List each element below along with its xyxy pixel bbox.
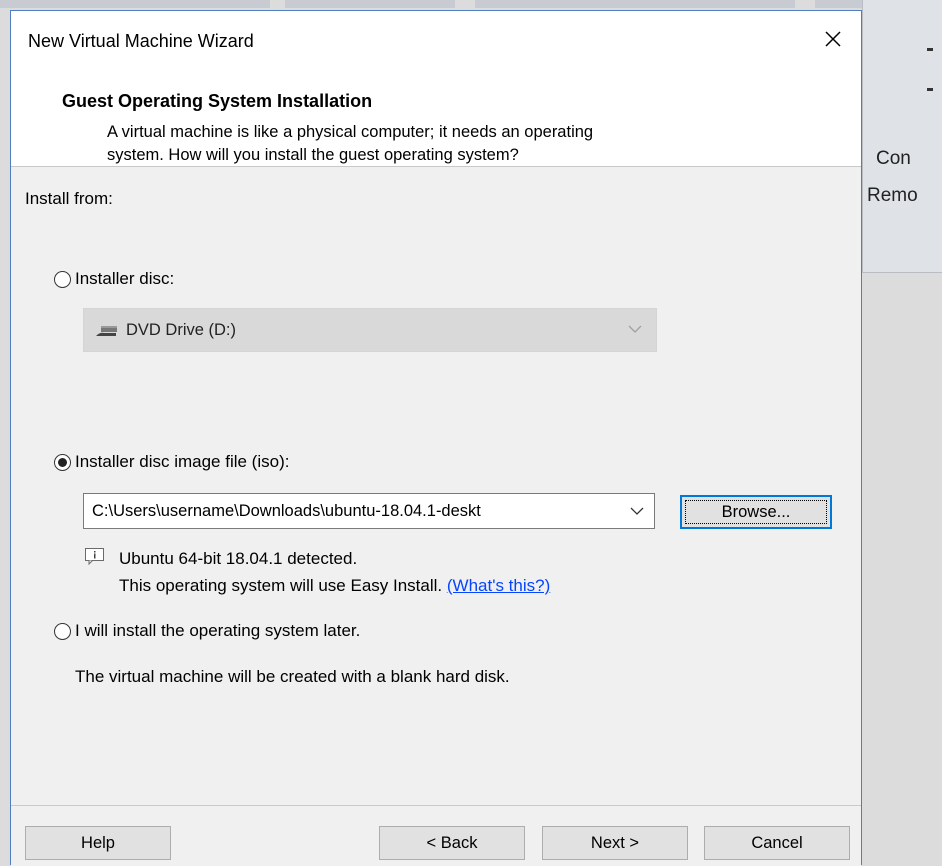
window-title: New Virtual Machine Wizard [28, 31, 254, 51]
radio-selected-dot [58, 458, 67, 467]
chevron-down-icon [628, 325, 642, 333]
new-vm-wizard-dialog: New Virtual Machine Wizard Guest Operati… [10, 10, 862, 866]
dvd-drive-value: DVD Drive (D:) [126, 321, 236, 339]
help-button[interactable]: Help [25, 826, 171, 860]
installer-disc-label[interactable]: Installer disc: [75, 269, 174, 289]
easy-install-text: This operating system will use Easy Inst… [119, 576, 443, 595]
info-icon [85, 548, 104, 565]
page-description: A virtual machine is like a physical com… [107, 121, 807, 167]
background-panel: Con Remo [862, 0, 942, 273]
focus-rectangle [685, 500, 827, 524]
install-later-label[interactable]: I will install the operating system late… [75, 621, 360, 641]
close-icon [825, 31, 841, 47]
background-tab [0, 0, 270, 8]
iso-file-label[interactable]: Installer disc image file (iso): [75, 452, 289, 472]
background-tab [475, 0, 795, 8]
blank-disk-note: The virtual machine will be created with… [75, 667, 510, 686]
description-line: system. How will you install the guest o… [107, 146, 519, 164]
back-button[interactable]: < Back [379, 826, 525, 860]
chevron-down-icon[interactable] [630, 506, 644, 516]
easy-install-note: This operating system will use Easy Inst… [119, 576, 550, 596]
iso-path-combobox[interactable]: C:\Users\username\Downloads\ubuntu-18.04… [83, 493, 655, 529]
background-text: Remo [867, 185, 918, 206]
iso-file-radio[interactable] [54, 454, 71, 471]
installer-disc-radio[interactable] [54, 271, 71, 288]
dvd-drive-select[interactable]: DVD Drive (D:) [83, 308, 657, 352]
description-line: A virtual machine is like a physical com… [107, 123, 594, 141]
wizard-header: Guest Operating System Installation A vi… [11, 71, 861, 167]
dvd-drive-icon [96, 326, 117, 336]
install-later-radio[interactable] [54, 623, 71, 640]
browse-button[interactable]: Browse... [680, 495, 832, 529]
title-bar: New Virtual Machine Wizard [11, 11, 861, 71]
detected-os-text: Ubuntu 64-bit 18.04.1 detected. [119, 549, 358, 568]
whats-this-link[interactable]: (What's this?) [447, 576, 550, 595]
background-tab [285, 0, 455, 8]
next-button[interactable]: Next > [542, 826, 688, 860]
page-title: Guest Operating System Installation [62, 91, 373, 111]
close-button[interactable] [817, 23, 849, 55]
cancel-button[interactable]: Cancel [704, 826, 850, 860]
background-glyph [927, 48, 933, 51]
install-from-label: Install from: [25, 189, 113, 208]
wizard-body: Install from: Installer disc: DVD Drive … [11, 167, 861, 806]
background-text: Con [876, 148, 911, 169]
wizard-footer: Help < Back Next > Cancel [11, 806, 861, 866]
background-glyph [927, 88, 933, 91]
iso-path-value: C:\Users\username\Downloads\ubuntu-18.04… [92, 502, 481, 520]
